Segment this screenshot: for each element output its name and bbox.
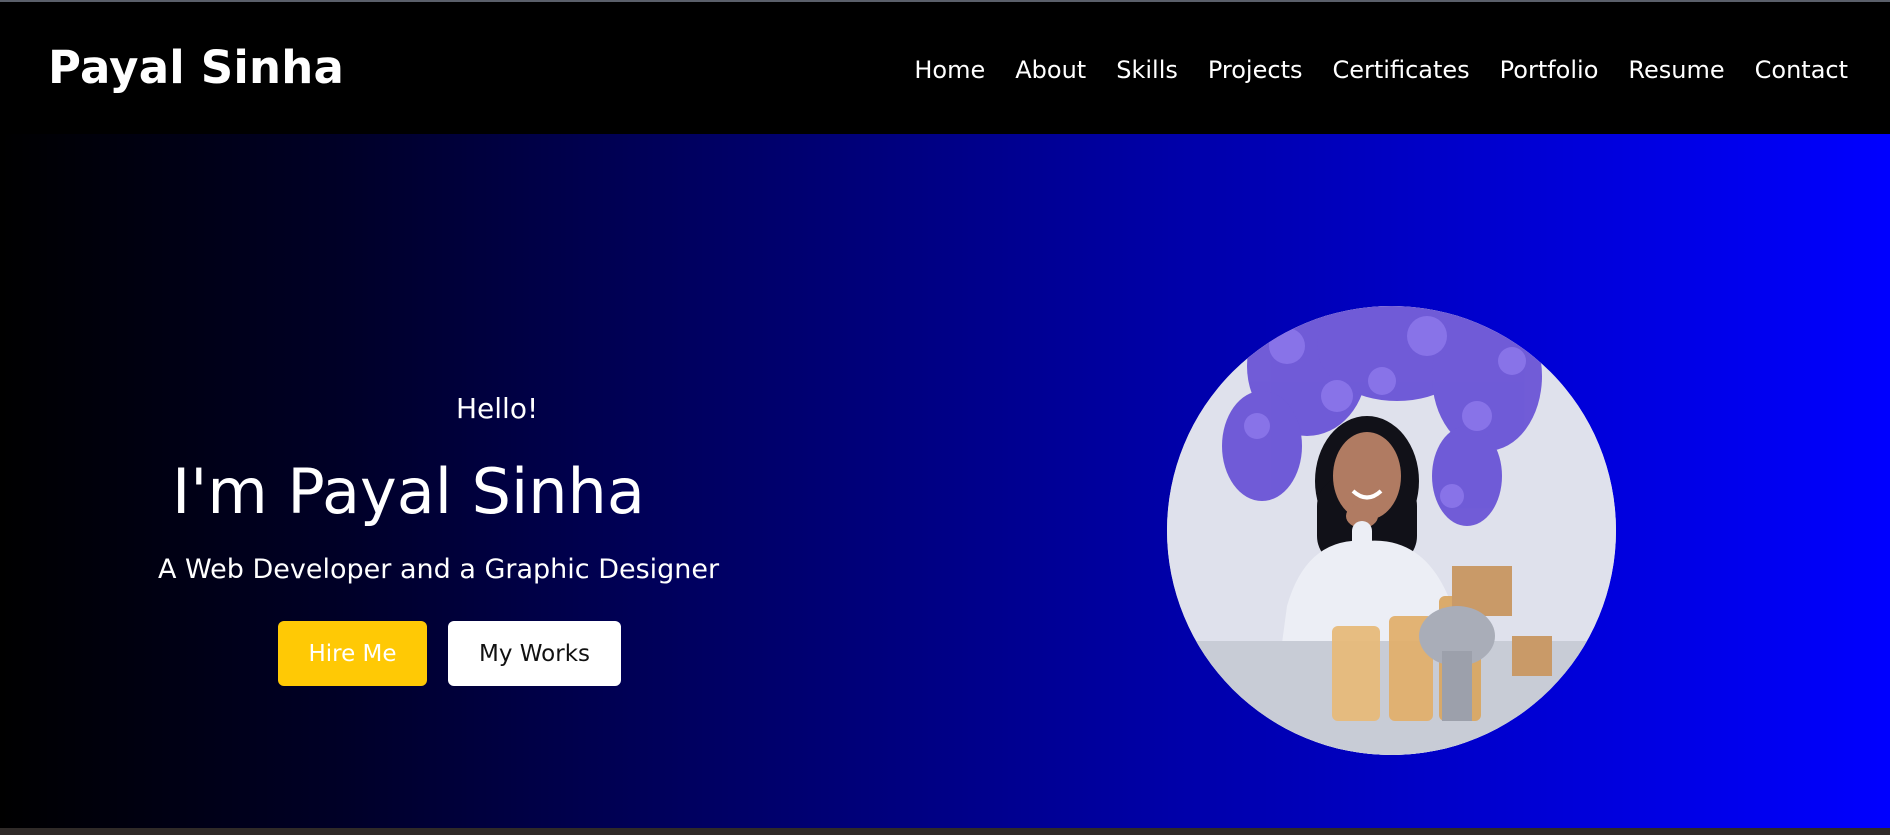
profile-photo	[1167, 306, 1616, 755]
hero-tagline: A Web Developer and a Graphic Designer	[158, 554, 720, 585]
nav-link-resume[interactable]: Resume	[1628, 50, 1724, 90]
my-works-button[interactable]: My Works	[448, 621, 621, 686]
nav-link-projects[interactable]: Projects	[1208, 50, 1303, 90]
nav-link-home[interactable]: Home	[914, 50, 985, 90]
nav-link-skills[interactable]: Skills	[1116, 50, 1178, 90]
window-bottom-border	[0, 828, 1890, 835]
hero-name-heading: I'm Payal Sinha	[172, 455, 645, 528]
brand-logo-text[interactable]: Payal Sinha	[48, 36, 344, 100]
navbar: Payal Sinha Home About Skills Projects C…	[0, 2, 1890, 134]
nav-link-about[interactable]: About	[1015, 50, 1086, 90]
nav-link-contact[interactable]: Contact	[1755, 50, 1848, 90]
main-nav: Home About Skills Projects Certificates …	[914, 50, 1848, 90]
hire-me-button[interactable]: Hire Me	[278, 621, 427, 686]
nav-link-certificates[interactable]: Certificates	[1332, 50, 1469, 90]
hero-greeting: Hello!	[456, 392, 539, 425]
nav-link-portfolio[interactable]: Portfolio	[1500, 50, 1599, 90]
profile-photo-illustration	[1167, 306, 1616, 755]
